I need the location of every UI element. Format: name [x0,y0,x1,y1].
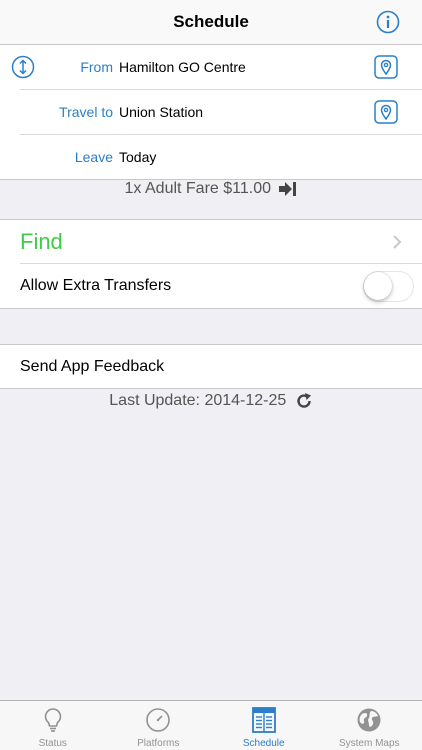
refresh-icon[interactable] [295,392,313,410]
swap-stations-button[interactable] [11,55,35,79]
last-update[interactable]: Last Update: 2014-12-25 [0,392,422,414]
tab-label: Schedule [242,738,285,749]
arrow-right-icon [279,182,297,196]
from-value[interactable]: Hamilton GO Centre [119,59,246,75]
fare-text: 1x Adult Fare $11.00 [124,180,271,197]
tab-bar: Status Platforms Schedule System Maps [0,700,422,750]
search-options-group: Find Allow Extra Transfers [0,219,422,309]
location-pin-icon [374,100,398,124]
tab-system-maps[interactable]: System Maps [317,701,422,750]
info-button[interactable] [376,10,400,34]
travel-to-location-button[interactable] [374,100,398,124]
location-pin-icon [374,55,398,79]
info-icon [376,10,400,34]
tab-label: System Maps [338,738,400,749]
fare-info[interactable]: 1x Adult Fare $11.00 [0,180,422,200]
feedback-label: Send App Feedback [20,358,165,375]
leave-value[interactable]: Today [119,149,156,165]
swap-icon [11,55,35,79]
tab-label: Status [38,738,67,749]
find-label: Find [20,229,63,254]
compass-icon [146,708,171,732]
travel-to-row[interactable]: Travel to Union Station [0,90,422,135]
from-location-button[interactable] [374,55,398,79]
leave-row[interactable]: Leave Today [0,135,422,180]
chevron-right-icon [393,235,402,249]
leave-label: Leave [74,149,113,165]
tab-schedule[interactable]: Schedule [211,701,317,750]
tab-platforms[interactable]: Platforms [106,701,212,750]
trip-form: From Hamilton GO Centre Travel to Union … [0,45,422,180]
travel-to-value[interactable]: Union Station [119,104,203,120]
globe-icon [357,708,381,732]
feedback-button[interactable]: Send App Feedback [0,344,422,389]
find-button[interactable]: Find [0,220,422,264]
tab-status[interactable]: Status [0,701,106,750]
lightbulb-icon [44,708,62,732]
toggle-knob [364,272,392,300]
from-row[interactable]: From Hamilton GO Centre [0,45,422,90]
last-update-text: Last Update: 2014-12-25 [109,392,287,409]
extra-transfers-toggle[interactable] [363,271,414,302]
page-title: Schedule [173,12,249,31]
navigation-bar: Schedule [0,0,422,45]
schedule-icon [251,707,276,733]
from-label: From [80,59,113,75]
extra-transfers-label: Allow Extra Transfers [20,277,172,294]
tab-label: Platforms [137,738,180,749]
travel-to-label: Travel to [59,104,113,120]
extra-transfers-row: Allow Extra Transfers [0,264,422,309]
